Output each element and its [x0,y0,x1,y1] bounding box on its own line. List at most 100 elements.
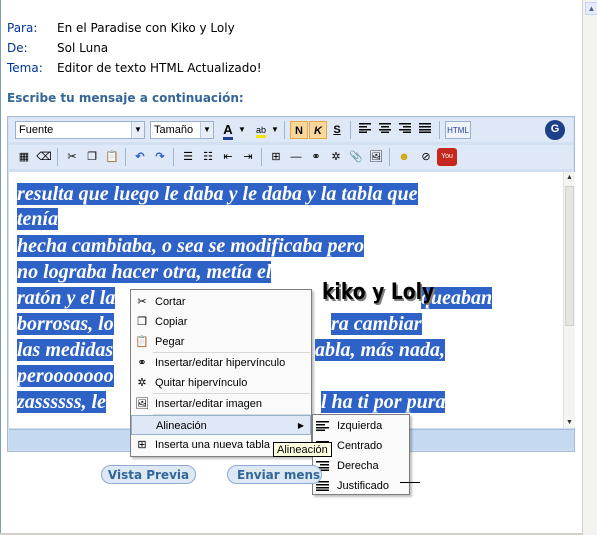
redo-icon[interactable]: ↷ [151,148,169,166]
italic-button[interactable]: K [309,121,327,139]
content-line-tail-text: l ha ti por pura [321,391,446,413]
toolbar-separator [125,148,126,166]
compass-icon[interactable]: ⊘ [417,148,435,166]
toolbar-separator [439,121,440,139]
from-value: Sol Luna [57,41,109,55]
scroll-up-icon[interactable]: ▲ [585,2,597,15]
window-scrollbar[interactable]: ▲ [582,0,597,535]
subject-label: Tema: [7,61,43,75]
content-line: resulta que luego le daba y le daba y la… [17,182,418,207]
table-icon: ⊞ [137,439,147,451]
link-icon[interactable]: ⚭ [307,148,325,166]
submenu-item-label: Justificado [337,480,389,492]
link-underline[interactable] [400,470,420,483]
chevron-down-icon[interactable]: ▼ [237,121,247,139]
attach-icon[interactable]: 📎 [347,148,365,166]
scroll-thumb[interactable] [565,186,574,326]
preview-button[interactable]: Vista Previa [101,465,196,484]
select-all-icon[interactable]: ▦ [15,148,33,166]
toolbar-separator [350,121,351,139]
content-line-tail: ra cambiar [331,312,422,337]
align-left-icon[interactable] [356,121,374,139]
bold-button[interactable]: N [290,121,308,139]
content-line: perooooooo [17,364,114,389]
table-icon[interactable]: ⊞ [267,148,285,166]
menu-item-insert-image[interactable]: 🖼 Insertar/editar imagen [131,394,311,414]
toolbar-separator [57,148,58,166]
highlight-color-icon[interactable]: ab [252,121,270,139]
context-menu: ✂ Cortar ❐ Copiar 📋 Pegar ⚭ Insertar/edi… [130,289,312,457]
content-line: borrosas, lo [17,312,114,337]
toolbar-row-1: Fuente ▼ Tamaño ▼ A ▼ ab ▼ N K S HTML G [9,118,573,142]
align-right-icon[interactable] [396,121,414,139]
content-line-text: tenía [17,208,59,230]
content-line-tail: abla, más nada, [315,338,446,363]
submenu-item-left[interactable]: Izquierda [313,416,409,436]
menu-item-insert-link[interactable]: ⚭ Insertar/editar hipervínculo [131,353,311,373]
message-prompt: Escribe tu mensaje a continuación: [7,91,244,105]
align-center-icon[interactable] [376,121,394,139]
unlink-icon[interactable]: ✲ [327,148,345,166]
paste-icon[interactable]: 📋 [103,148,121,166]
watermark: kiko y Loly [322,280,435,305]
font-color-icon[interactable]: A [219,121,237,140]
submenu-item-justify[interactable]: Justificado [313,476,409,496]
scissors-icon[interactable]: ✂ [63,148,81,166]
copy-icon: ❐ [137,316,147,328]
size-select-value: Tamaño [154,124,194,136]
menu-item-cut[interactable]: ✂ Cortar [131,292,311,312]
content-line: ratón y el la [17,286,116,311]
content-line-tail: l ha ti por pura [321,390,446,415]
content-line-text: hecha cambiaba, o sea se modificaba pero [17,235,365,257]
window-left-border [0,0,1,535]
content-line: zassssss, le [17,390,106,415]
menu-item-alignment[interactable]: Alineación ▶ [131,415,311,435]
toolbar-separator [261,148,262,166]
font-select-value: Fuente [19,124,54,136]
menu-item-copy[interactable]: ❐ Copiar [131,312,311,332]
editor-scrollbar[interactable]: ▲ ▼ [563,172,575,428]
toolbar-row-2: ▦ ⌫ ✂ ❐ 📋 ↶ ↷ ☰ ☷ ⇤ ⇥ ⊞ — ⚭ ✲ 📎 🖼 ☻ ⊘ Yo… [9,145,573,169]
menu-item-remove-link[interactable]: ✲ Quitar hipervínculo [131,373,311,393]
scissors-icon: ✂ [137,296,147,308]
submenu-item-right[interactable]: Derecha [313,456,409,476]
content-line-text: borrosas, lo [17,313,114,335]
send-button[interactable]: Enviar mens [227,465,322,484]
menu-item-label: Insertar/editar imagen [155,398,262,410]
to-label: Para: [7,21,38,35]
profile-avatar[interactable]: G [545,120,565,140]
indent-icon[interactable]: ⇥ [239,148,257,166]
ordered-list-icon[interactable]: ☰ [179,148,197,166]
copy-icon[interactable]: ❐ [83,148,101,166]
html-button[interactable]: HTML [445,121,471,139]
menu-item-paste[interactable]: 📋 Pegar [131,332,311,352]
image-icon[interactable]: 🖼 [367,148,385,166]
font-select[interactable]: Fuente ▼ [15,121,145,139]
chevron-down-icon[interactable]: ▼ [270,121,280,139]
scroll-down-icon[interactable]: ▼ [564,417,575,428]
toolbar-separator [389,148,390,166]
unordered-list-icon[interactable]: ☷ [199,148,217,166]
outdent-icon[interactable]: ⇤ [219,148,237,166]
horizontal-rule-icon[interactable]: — [287,148,305,166]
menu-item-label: Alineación [156,420,207,432]
align-justify-icon [316,481,329,491]
align-justify-icon[interactable] [416,121,434,139]
youtube-icon[interactable]: You [437,148,457,166]
menu-item-label: Cortar [155,296,186,308]
scroll-up-icon[interactable]: ▲ [564,172,575,183]
undo-icon[interactable]: ↶ [131,148,149,166]
strike-button[interactable]: S [328,121,346,139]
submenu-item-label: Izquierda [337,420,383,432]
size-select[interactable]: Tamaño ▼ [150,121,214,139]
chevron-down-icon: ▼ [200,122,213,138]
content-line-tail-text: abla, más nada, [315,339,446,361]
eraser-icon[interactable]: ⌫ [35,148,53,166]
unlink-icon: ✲ [137,377,147,389]
chevron-right-icon: ▶ [297,421,304,430]
menu-item-label: Quitar hipervínculo [155,377,248,389]
content-line-text: zassssss, le [17,391,106,413]
content-line-text: perooooooo [17,365,114,387]
to-value: En el Paradise con Kiko y Loly [57,21,235,35]
smiley-icon[interactable]: ☻ [395,148,413,166]
